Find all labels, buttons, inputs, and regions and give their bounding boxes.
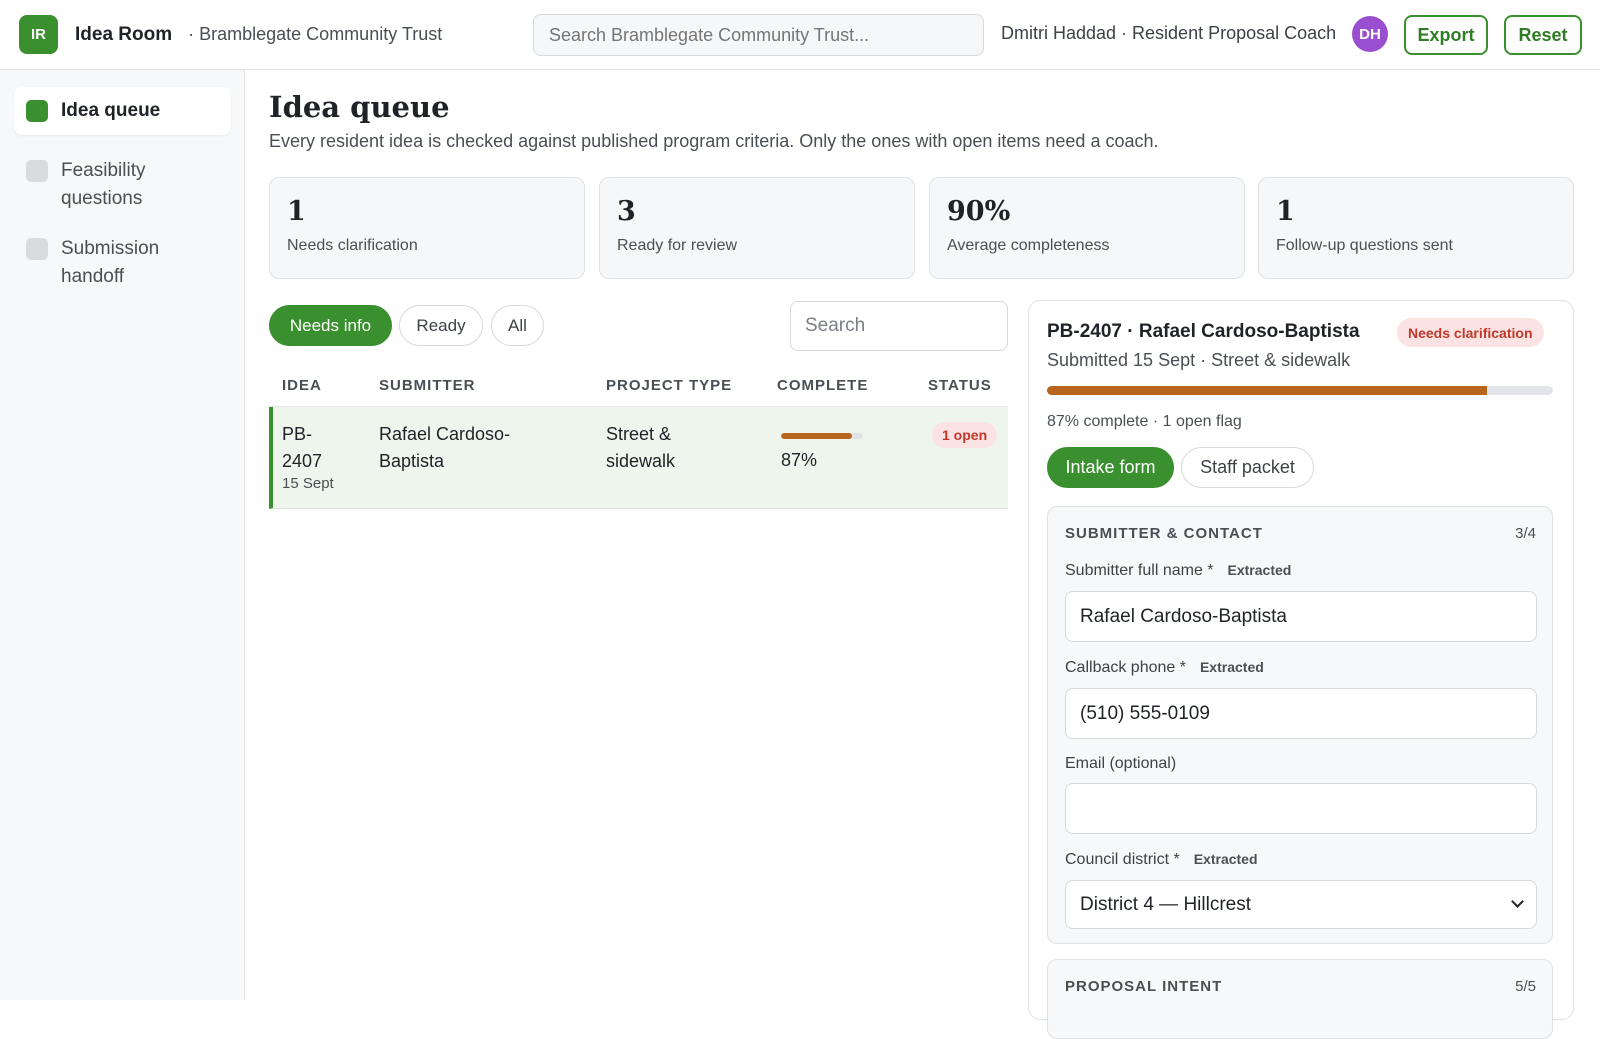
queue-search-input[interactable] <box>790 301 1008 351</box>
sidebar-item-label: Submission handoff <box>61 238 160 287</box>
stat-label: Ready for review <box>617 237 738 254</box>
stat-value: 1 <box>287 196 306 227</box>
council-district-select[interactable]: District 4 — Hillcrest <box>1065 880 1537 929</box>
callback-phone-field[interactable] <box>1065 688 1537 739</box>
stat-card-average-completeness: 90% Average completeness <box>929 177 1245 279</box>
field-label-text: Email (optional) <box>1065 755 1177 772</box>
submitter-name-field[interactable] <box>1065 591 1537 642</box>
reset-button[interactable]: Reset <box>1504 15 1582 55</box>
user-label: Dmitri Haddad · Resident Proposal Coach <box>1001 23 1337 43</box>
app-logo: IR <box>19 15 58 54</box>
stat-label: Follow-up questions sent <box>1276 237 1453 254</box>
sidebar-item-label: Feasibility questions <box>61 160 146 209</box>
status-badge: 1 open <box>932 422 998 448</box>
field-label: Council district * Extracted <box>1065 851 1258 869</box>
section-heading: SUBMITTER & CONTACT <box>1065 525 1263 542</box>
idea-date: 15 Sept <box>282 475 334 492</box>
extracted-tag: Extracted <box>1227 562 1292 578</box>
detail-progress-label: 87% complete · 1 open flag <box>1047 413 1242 430</box>
stat-label: Needs clarification <box>287 237 418 254</box>
field-label: Submitter full name * Extracted <box>1065 562 1291 580</box>
section-submitter-contact: SUBMITTER & CONTACT 3/4 Submitter full n… <box>1047 506 1553 944</box>
select-value: District 4 — Hillcrest <box>1080 893 1252 915</box>
sidebar-item-label: Idea queue <box>61 100 161 121</box>
nav-indicator-icon <box>26 238 48 260</box>
tab-intake-form[interactable]: Intake form <box>1047 447 1174 488</box>
stat-label: Average completeness <box>947 237 1110 254</box>
page-subtitle: Every resident idea is checked against p… <box>269 131 1159 151</box>
column-header-submitter[interactable]: SUBMITTER <box>379 377 476 394</box>
stat-value: 90% <box>947 196 1011 227</box>
filter-all[interactable]: All <box>491 305 544 346</box>
export-button[interactable]: Export <box>1404 15 1488 55</box>
app-name: Idea Room <box>75 23 173 45</box>
detail-subtitle: Submitted 15 Sept · Street & sidewalk <box>1047 350 1351 370</box>
field-label-text: Council district * <box>1065 851 1180 868</box>
field-label-text: Submitter full name * <box>1065 562 1214 579</box>
section-heading: PROPOSAL INTENT <box>1065 978 1223 995</box>
org-name: · Bramblegate Community Trust <box>188 24 443 44</box>
column-header-project-type[interactable]: PROJECT TYPE <box>606 377 732 394</box>
stat-card-ready-for-review: 3 Ready for review <box>599 177 915 279</box>
stat-card-needs-clarification: 1 Needs clarification <box>269 177 585 279</box>
detail-progress-bar <box>1047 386 1553 395</box>
idea-id-part: PB- <box>282 424 313 444</box>
column-header-status[interactable]: STATUS <box>928 377 992 394</box>
column-header-complete[interactable]: COMPLETE <box>777 377 868 394</box>
idea-id-part: 2407 <box>282 451 323 471</box>
sidebar-item-submission-handoff[interactable]: Submission handoff <box>14 223 231 303</box>
completeness-value: 87% <box>781 450 818 470</box>
submitter-name-part: Baptista <box>379 451 445 471</box>
sidebar-item-idea-queue[interactable]: Idea queue <box>14 87 231 135</box>
idea-id: PB- 2407 <box>282 421 322 475</box>
section-count: 5/5 <box>1515 978 1536 995</box>
filter-needs-info[interactable]: Needs info <box>269 305 392 346</box>
section-proposal-intent: PROPOSAL INTENT 5/5 <box>1047 959 1553 1039</box>
completeness-fill <box>781 433 853 439</box>
project-type-part: sidewalk <box>606 451 676 471</box>
project-type-part: Street & <box>606 424 672 444</box>
status-badge: Needs clarification <box>1397 318 1544 347</box>
extracted-tag: Extracted <box>1193 851 1258 867</box>
completeness-bar <box>781 433 863 439</box>
email-field[interactable] <box>1065 783 1537 834</box>
global-search-input[interactable] <box>533 14 984 56</box>
nav-indicator-icon <box>26 100 48 122</box>
sidebar: Idea queue Feasibility questions Submiss… <box>0 70 245 1000</box>
field-label: Callback phone * Extracted <box>1065 659 1264 677</box>
tab-staff-packet[interactable]: Staff packet <box>1181 447 1314 488</box>
extracted-tag: Extracted <box>1199 659 1264 675</box>
page-title: Idea queue <box>269 90 450 124</box>
detail-panel: PB-2407 · Rafael Cardoso-Baptista Needs … <box>1028 300 1574 1039</box>
detail-progress-fill <box>1047 386 1488 395</box>
detail-title: PB-2407 · Rafael Cardoso-Baptista <box>1047 321 1360 342</box>
stat-value: 1 <box>1276 196 1295 227</box>
project-type: Street & sidewalk <box>606 421 675 475</box>
table-row[interactable]: PB- 2407 15 Sept Rafael Cardoso- Baptist… <box>269 407 1008 509</box>
chevron-down-icon <box>1511 895 1524 908</box>
submitter-name: Rafael Cardoso- Baptista <box>379 421 510 475</box>
sidebar-item-feasibility-questions[interactable]: Feasibility questions <box>14 145 231 225</box>
nav-indicator-icon <box>26 160 48 182</box>
filter-ready[interactable]: Ready <box>399 305 483 346</box>
stat-value: 3 <box>617 196 636 227</box>
section-count: 3/4 <box>1515 525 1536 542</box>
stat-card-follow-up-questions: 1 Follow-up questions sent <box>1258 177 1574 279</box>
column-header-idea[interactable]: IDEA <box>282 377 322 394</box>
avatar[interactable]: DH <box>1352 16 1388 52</box>
field-label: Email (optional) <box>1065 755 1176 773</box>
field-label-text: Callback phone * <box>1065 659 1186 676</box>
submitter-name-part: Rafael Cardoso- <box>379 424 511 444</box>
